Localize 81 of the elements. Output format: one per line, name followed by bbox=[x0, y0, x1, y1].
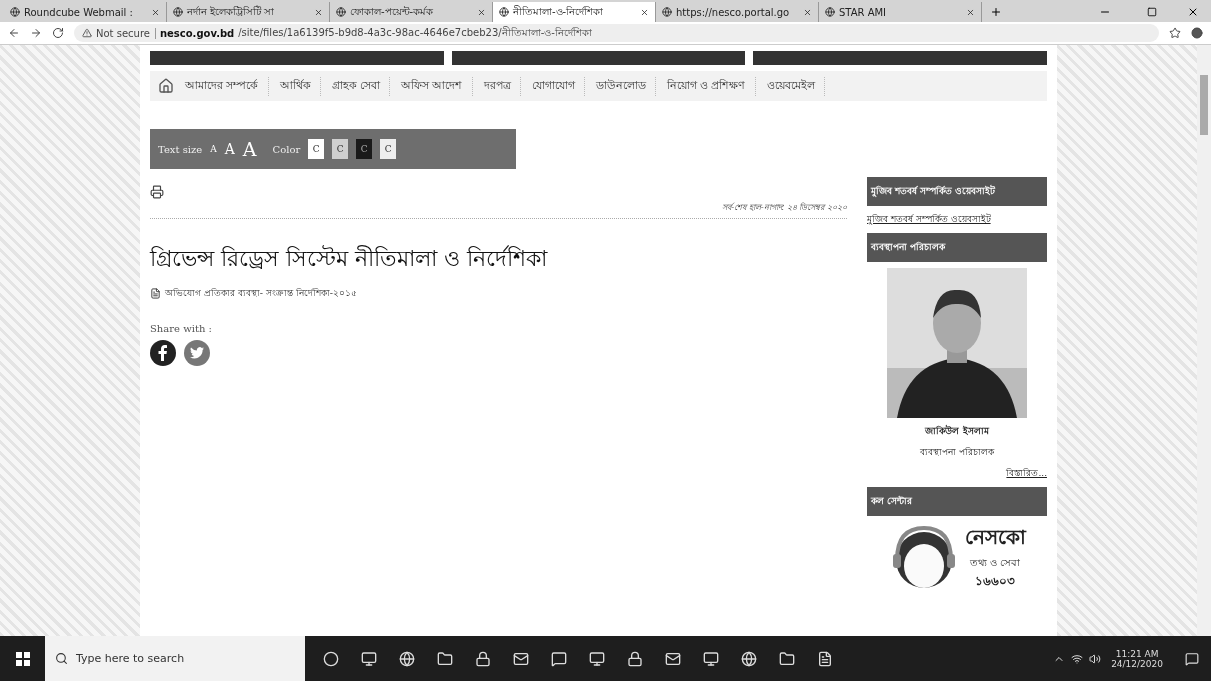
text-size-label: Text size bbox=[158, 143, 203, 155]
taskbar-app-icon[interactable] bbox=[513, 650, 529, 667]
page-title: গ্রিভেন্স রিড্রেস সিস্টেম নীতিমালা ও নির্দেশিকা bbox=[150, 244, 549, 273]
close-tab-icon[interactable] bbox=[966, 7, 975, 17]
close-icon[interactable] bbox=[1187, 6, 1199, 18]
last-updated: সর্ব-শেষ হাল-নাগাদ: ২৪ ডিসেম্বর ২০২০ bbox=[150, 201, 847, 219]
taskbar-app-icon[interactable] bbox=[741, 650, 757, 667]
text-size-button[interactable]: A bbox=[242, 138, 257, 160]
call-center-number: ১৬৬০৩ bbox=[974, 573, 1016, 590]
nav-link[interactable]: অফিস আদেশ bbox=[392, 76, 473, 96]
taskbar-search[interactable]: Type here to search bbox=[45, 636, 305, 681]
forward-icon[interactable] bbox=[30, 27, 42, 39]
text-size-button[interactable]: A bbox=[224, 141, 235, 157]
close-tab-icon[interactable] bbox=[151, 7, 160, 17]
taskbar-app-icon[interactable] bbox=[475, 650, 491, 667]
profile-icon[interactable] bbox=[1191, 27, 1203, 39]
close-tab-icon[interactable] bbox=[640, 7, 649, 17]
reload-icon[interactable] bbox=[52, 27, 64, 39]
nav-link[interactable]: ওয়েবমেইল bbox=[757, 76, 825, 96]
details-link[interactable]: বিস্তারিত... bbox=[1006, 466, 1047, 481]
website-link[interactable]: মুজিব শতবর্ষ সম্পর্কিত ওয়েবসাইট bbox=[867, 212, 1047, 227]
color-button[interactable]: C bbox=[308, 139, 325, 159]
home-icon[interactable] bbox=[158, 78, 174, 94]
call-center-subtitle: তথ্য ও সেবা bbox=[968, 556, 1022, 570]
nav-link[interactable]: গ্রাহক সেবা bbox=[322, 76, 390, 96]
taskbar-app-icon[interactable] bbox=[551, 650, 567, 667]
address-bar[interactable]: Not secure nesco.gov.bd /site/files/1a6139f5-b9d8-4a3c-98ac-4646e7cbeb23/নীতিমালা-ও-নির্দেশিকা bbox=[74, 24, 1159, 42]
color-button[interactable]: C bbox=[332, 139, 349, 159]
taskbar-app-icon[interactable] bbox=[589, 650, 605, 667]
twitter-icon[interactable] bbox=[184, 340, 210, 366]
color-label: Color bbox=[272, 143, 301, 155]
call-center-brand: নেসকো bbox=[964, 524, 1026, 551]
taskbar-app-icon[interactable] bbox=[627, 650, 643, 667]
taskbar-app-icon[interactable] bbox=[817, 650, 833, 667]
nav-link[interactable]: যোগাযোগ bbox=[522, 76, 585, 96]
color-button[interactable]: C bbox=[356, 139, 373, 159]
nav-link[interactable]: ডাউনলোড bbox=[586, 76, 656, 96]
facebook-icon[interactable] bbox=[150, 340, 176, 366]
globe-icon bbox=[173, 7, 183, 17]
taskbar-app-icon[interactable] bbox=[323, 650, 339, 667]
browser-tab[interactable]: নীতিমালা-ও-নির্দেশিকা bbox=[493, 2, 656, 22]
print-icon[interactable] bbox=[150, 185, 164, 199]
close-tab-icon[interactable] bbox=[314, 7, 323, 17]
globe-icon bbox=[662, 7, 672, 17]
taskbar-app-icon[interactable] bbox=[399, 650, 415, 667]
globe-icon bbox=[10, 7, 20, 17]
taskbar-app-icon[interactable] bbox=[665, 650, 681, 667]
globe-icon bbox=[336, 7, 346, 17]
bookmark-icon[interactable] bbox=[1169, 27, 1181, 39]
start-icon[interactable] bbox=[15, 651, 30, 666]
color-button[interactable]: C bbox=[380, 139, 397, 159]
share-label: Share with : bbox=[150, 323, 213, 334]
section-header: কল সেন্টার bbox=[867, 487, 1047, 516]
nav-link[interactable]: আর্থিক bbox=[270, 76, 321, 96]
director-role: ব্যবস্থাপনা পরিচালক bbox=[919, 446, 996, 459]
notifications-icon[interactable] bbox=[1185, 651, 1199, 666]
section-header: ব্যবস্থাপনা পরিচালক bbox=[867, 233, 1047, 262]
text-size-button[interactable]: A bbox=[210, 144, 217, 154]
taskbar-app-icon[interactable] bbox=[703, 650, 719, 667]
document-icon bbox=[150, 288, 161, 299]
section-header: মুজিব শতবর্ষ সম্পর্কিত ওয়েবসাইট bbox=[867, 177, 1047, 206]
globe-icon bbox=[825, 7, 835, 17]
close-tab-icon[interactable] bbox=[803, 7, 812, 17]
back-icon[interactable] bbox=[8, 27, 20, 39]
new-tab-icon[interactable] bbox=[990, 6, 1002, 18]
clock[interactable]: 11:21 AM 24/12/2020 bbox=[1101, 648, 1173, 669]
nav-link[interactable]: দরপত্র bbox=[474, 76, 521, 96]
taskbar-app-icon[interactable] bbox=[437, 650, 453, 667]
warning-icon bbox=[82, 28, 92, 38]
nav-link[interactable]: আমাদের সম্পর্কে bbox=[176, 76, 269, 96]
search-icon bbox=[55, 652, 68, 665]
director-name: জাকিউল ইসলাম bbox=[924, 424, 990, 438]
wifi-icon[interactable] bbox=[1071, 652, 1084, 665]
nav-link[interactable]: নিয়োগ ও প্রশিক্ষণ bbox=[657, 76, 756, 96]
taskbar-app-icon[interactable] bbox=[361, 650, 377, 667]
close-tab-icon[interactable] bbox=[477, 7, 486, 17]
globe-icon bbox=[499, 7, 509, 17]
maximize-icon[interactable] bbox=[1147, 7, 1157, 17]
file-link[interactable]: অভিযোগ প্রতিকার ব্যবস্থা- সংক্রান্ত নির্দেশিকা-২০১৫ bbox=[150, 286, 847, 301]
taskbar-app-icon[interactable] bbox=[779, 650, 795, 667]
volume-icon[interactable] bbox=[1089, 652, 1102, 665]
